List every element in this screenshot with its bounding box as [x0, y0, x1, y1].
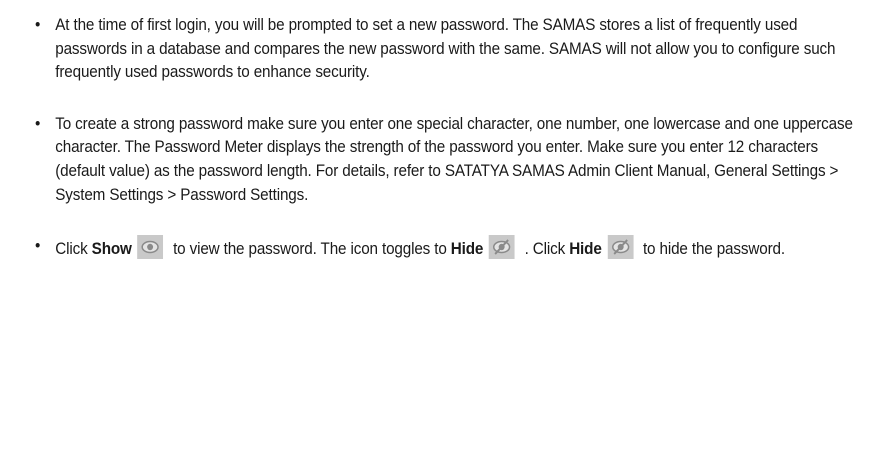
eye-icon — [137, 235, 164, 260]
bullet-list: • At the time of first login, you will b… — [32, 14, 853, 262]
bullet-item-show-hide: • Click Show to view the password. The i… — [32, 235, 869, 262]
hide-label: Hide — [450, 240, 484, 259]
bullet-marker: • — [34, 16, 41, 34]
bullet-text-part: to hide the password. — [638, 240, 785, 259]
bullet-item-first-login: • At the time of first login, you will b… — [32, 14, 869, 85]
bullet-text-part: . Click — [520, 240, 570, 259]
document-page: • At the time of first login, you will b… — [0, 0, 886, 450]
bullet-text-part: to view the password. The icon toggles t… — [168, 240, 451, 259]
bullet-text: To create a strong password make sure yo… — [55, 114, 853, 204]
hide-label: Hide — [569, 240, 602, 259]
bullet-marker: • — [34, 114, 41, 133]
bullet-text: At the time of first login, you will be … — [55, 16, 836, 82]
bullet-text-part: Click — [55, 240, 92, 259]
bullet-item-strong-password: • To create a strong password make sure … — [32, 113, 869, 207]
show-label: Show — [91, 240, 132, 259]
eye-slash-icon — [488, 235, 515, 260]
eye-slash-icon — [607, 235, 634, 260]
bullet-marker: • — [34, 237, 41, 256]
